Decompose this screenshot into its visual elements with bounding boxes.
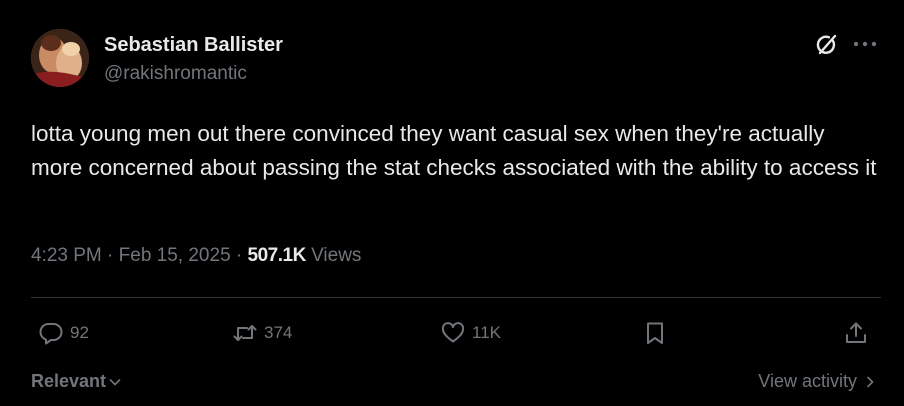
reply-icon	[38, 320, 64, 346]
bookmark-button[interactable]	[642, 318, 668, 348]
reply-count: 92	[70, 323, 89, 342]
avatar[interactable]	[31, 29, 89, 87]
author-handle[interactable]: @rakishromantic	[104, 63, 247, 85]
bookmark-icon	[642, 320, 668, 346]
chevron-right-icon	[863, 375, 877, 389]
share-button[interactable]	[843, 318, 869, 348]
view-activity-label: View activity	[758, 371, 857, 391]
tweet: Sebastian Ballister @rakishromantic lott…	[0, 0, 904, 406]
repost-icon	[232, 320, 258, 346]
tweet-text: lotta young men out there convinced they…	[31, 121, 877, 180]
grok-icon[interactable]	[813, 32, 839, 58]
views-label: Views	[311, 245, 362, 266]
repost-button[interactable]: 374	[232, 318, 292, 348]
tweet-date[interactable]: Feb 15, 2025	[119, 245, 231, 266]
heart-icon	[440, 320, 466, 346]
meta-separator: ·	[107, 245, 119, 266]
chevron-down-icon	[108, 375, 122, 389]
repost-count: 374	[264, 323, 293, 342]
sort-label: Relevant	[31, 371, 107, 391]
like-button[interactable]: 11K	[440, 318, 501, 348]
share-icon	[843, 320, 869, 346]
tweet-time[interactable]: 4:23 PM	[31, 245, 102, 266]
view-activity-link[interactable]: View activity	[758, 371, 877, 392]
sort-replies-dropdown[interactable]: Relevant	[31, 371, 122, 392]
divider	[31, 297, 881, 298]
author-name[interactable]: Sebastian Ballister	[104, 34, 283, 57]
more-icon[interactable]	[852, 37, 878, 51]
meta-separator: ·	[235, 245, 248, 266]
views-count: 507.1K	[247, 245, 307, 266]
like-count: 11K	[472, 323, 501, 342]
tweet-meta: 4:23 PM · Feb 15, 2025 · 507.1K Views	[31, 245, 361, 267]
reply-button[interactable]: 92	[38, 318, 89, 348]
